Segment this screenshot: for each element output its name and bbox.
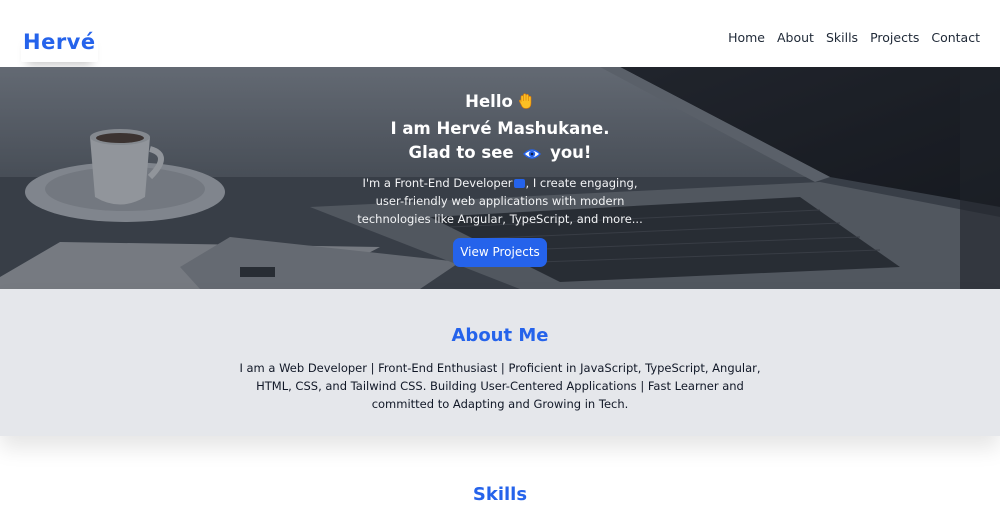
site-logo[interactable]: Hervé xyxy=(21,30,98,62)
hero-content: Hello I am Hervé Mashukane. Glad to see … xyxy=(0,67,1000,289)
about-title: About Me xyxy=(451,325,549,346)
hero-line-name: I am Hervé Mashukane. xyxy=(390,119,610,138)
site-header: Hervé Home About Skills Projects Contact xyxy=(0,0,1000,67)
laptop-icon xyxy=(513,179,525,188)
nav-link-contact[interactable]: Contact xyxy=(931,30,980,46)
view-projects-button[interactable]: View Projects xyxy=(453,238,547,267)
hero-description: I'm a Front-End Developer, I create enga… xyxy=(357,176,643,226)
nav-link-home[interactable]: Home xyxy=(728,30,765,46)
eye-icon xyxy=(523,144,542,168)
hero-section: Hello I am Hervé Mashukane. Glad to see … xyxy=(0,67,1000,289)
nav-link-projects[interactable]: Projects xyxy=(870,30,919,46)
skills-title: Skills xyxy=(472,484,528,505)
nav-link-skills[interactable]: Skills xyxy=(826,30,858,46)
hero-line-hello: Hello xyxy=(250,90,750,117)
about-text: I am a Web Developer | Front-End Enthusi… xyxy=(239,361,761,411)
waving-hand-icon xyxy=(517,92,535,117)
main-nav: Home About Skills Projects Contact xyxy=(728,30,980,46)
hero-line-glad: Glad to see you! xyxy=(250,141,750,168)
about-section: About Me I am a Web Developer | Front-En… xyxy=(0,289,1000,436)
hero-greeting: Hello I am Hervé Mashukane. Glad to see … xyxy=(250,90,750,168)
nav-link-about[interactable]: About xyxy=(777,30,814,46)
